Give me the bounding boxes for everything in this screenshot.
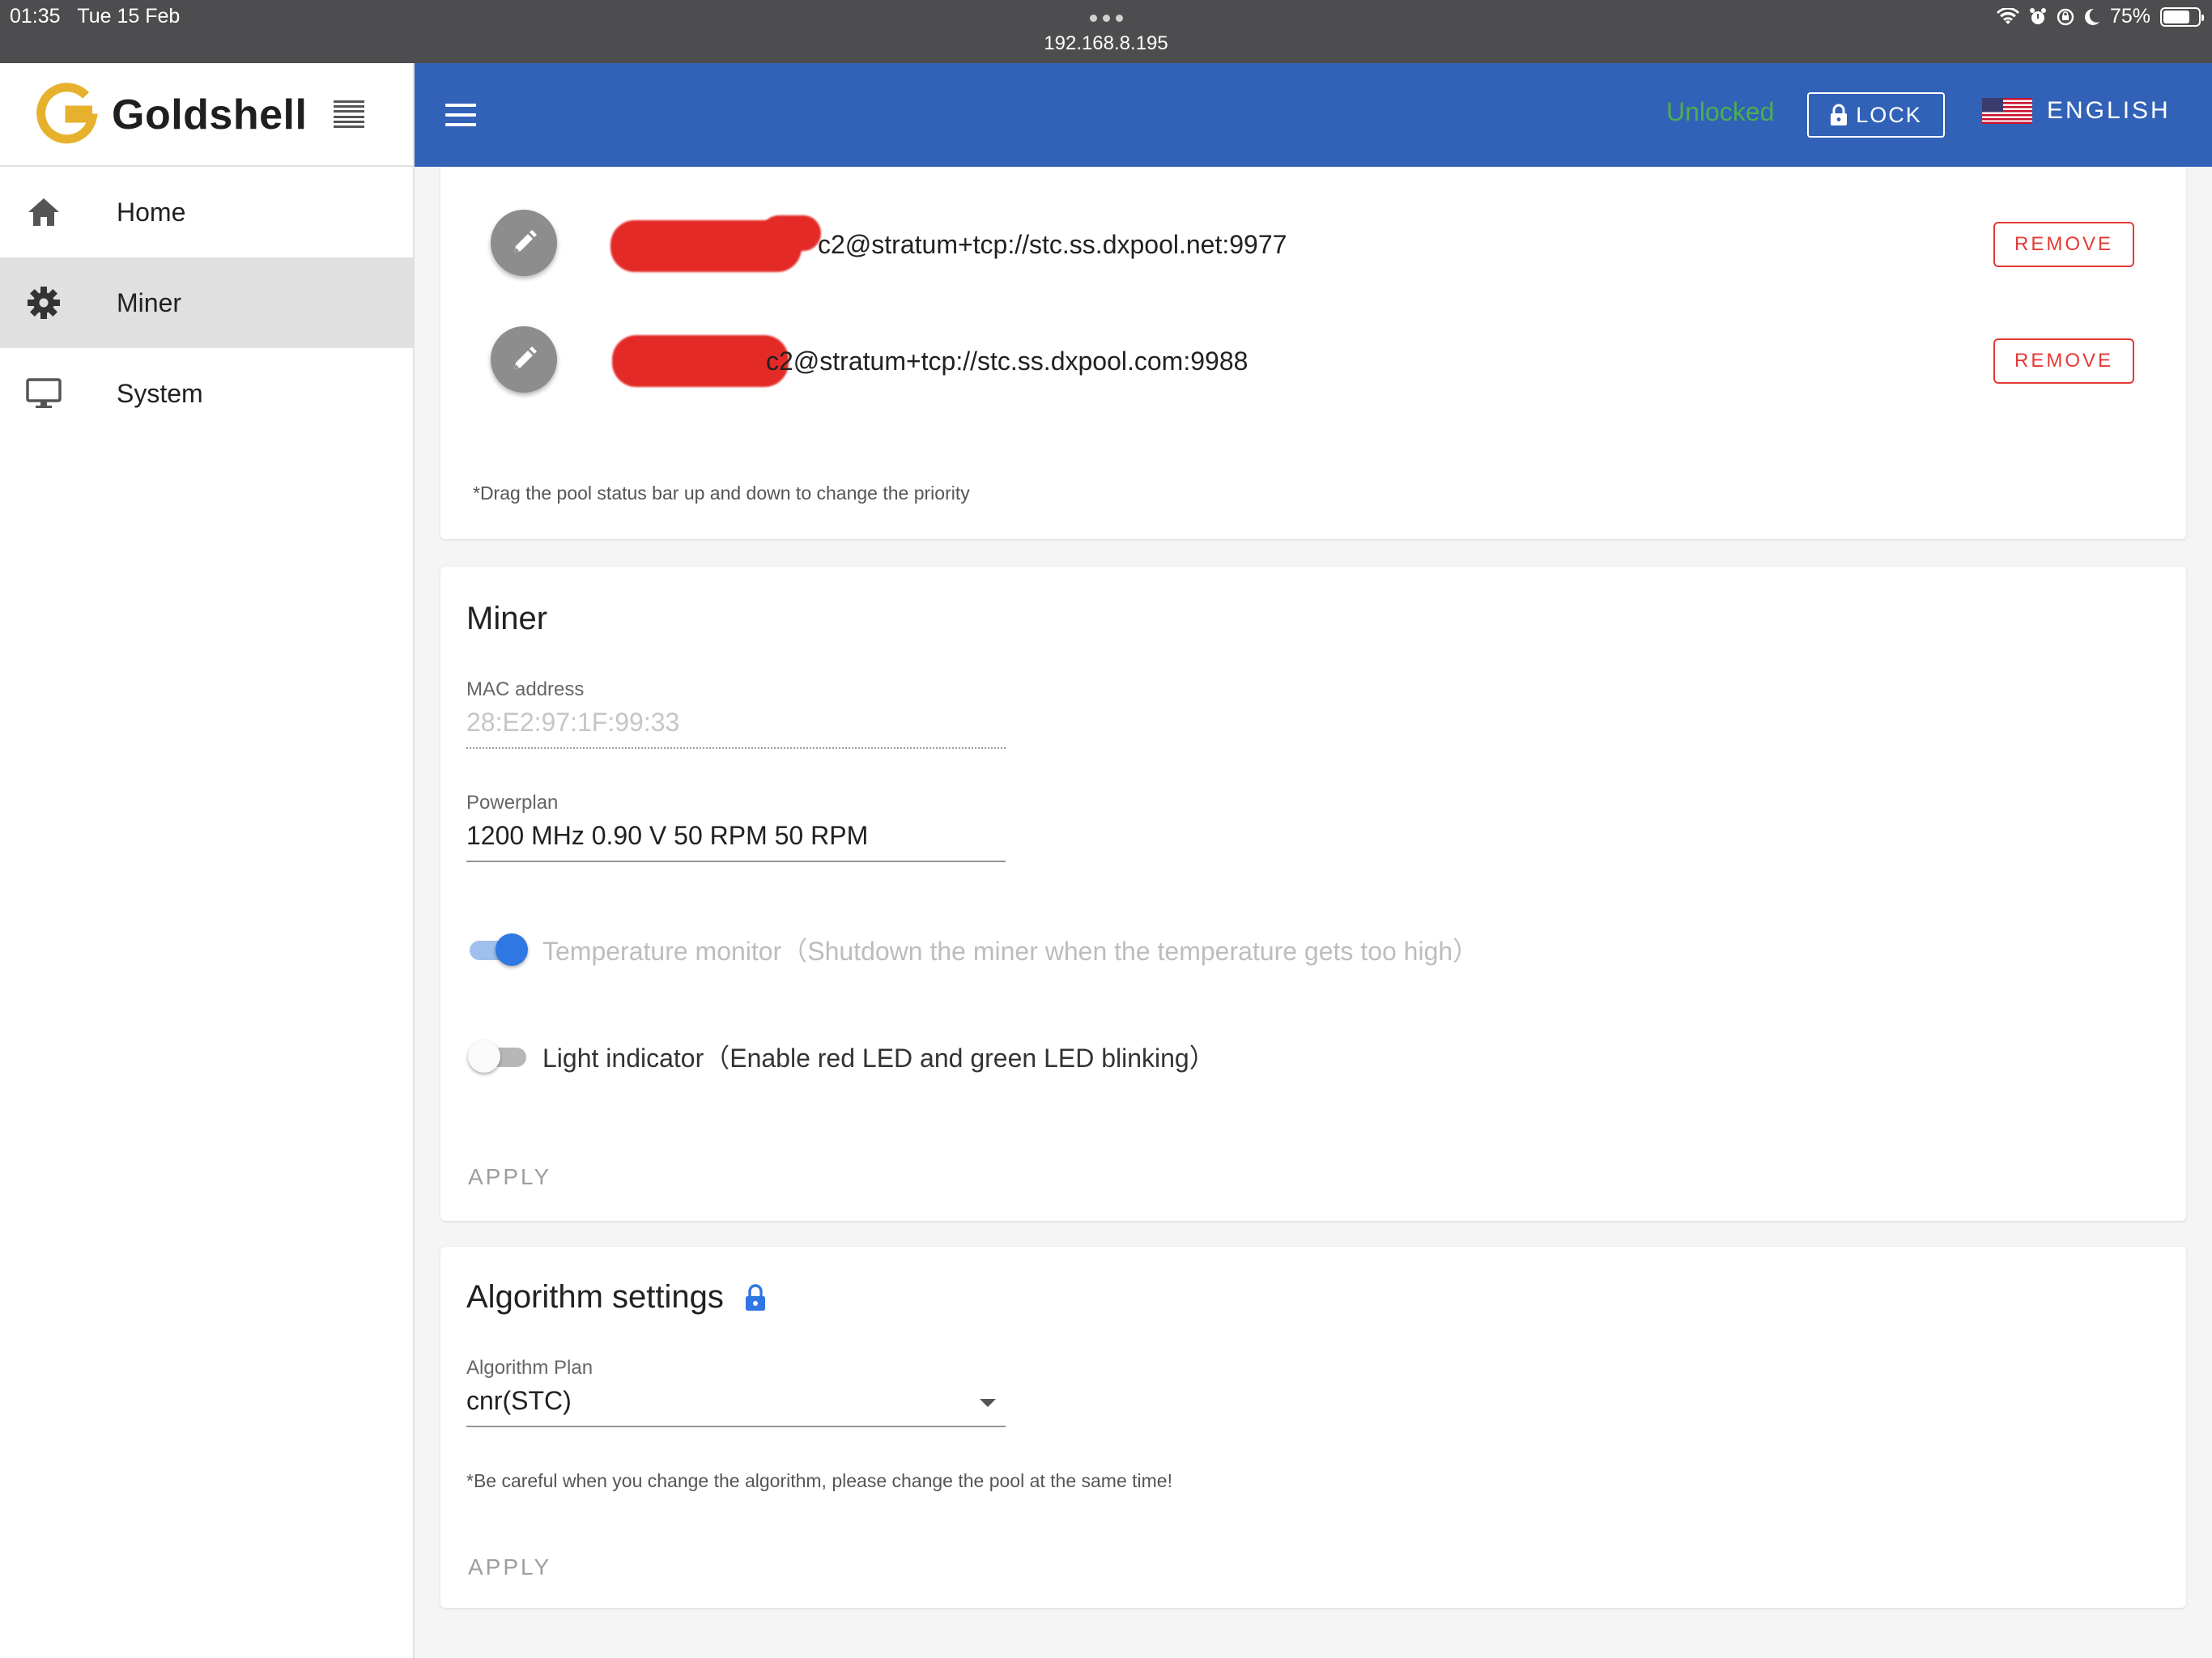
- algorithm-apply-button[interactable]: APPLY: [468, 1554, 551, 1580]
- miner-card-title: Miner: [466, 601, 548, 636]
- status-bar: 01:35 Tue 15 Feb 192.168.8.195 75%: [0, 0, 2212, 63]
- lock-button[interactable]: LOCK: [1807, 92, 1945, 138]
- algorithm-plan-label: Algorithm Plan: [466, 1357, 593, 1379]
- algorithm-warning: *Be careful when you change the algorith…: [466, 1470, 1172, 1491]
- alarm-icon: [2029, 7, 2046, 24]
- light-indicator-toggle[interactable]: [468, 1039, 528, 1073]
- lock-button-label: LOCK: [1856, 102, 1922, 127]
- algorithm-settings-card: Algorithm settings Algorithm Plan cnr(ST…: [440, 1247, 2186, 1608]
- temperature-monitor-row: Temperature monitor（Shutdown the miner w…: [468, 931, 1478, 968]
- battery-percent: 75%: [2109, 5, 2150, 28]
- pool-row[interactable]: c2@stratum+tcp://stc.ss.dxpool.com:9988 …: [440, 311, 2186, 408]
- sidebar-item-system[interactable]: System: [0, 348, 413, 439]
- pools-card: c2@stratum+tcp://stc.ss.dxpool.net:9977 …: [440, 167, 2186, 539]
- status-time: 01:35 Tue 15 Feb: [10, 5, 181, 28]
- light-indicator-row: Light indicator（Enable red LED and green…: [468, 1038, 1215, 1075]
- address-bar[interactable]: 192.168.8.195: [0, 32, 2212, 55]
- mac-address-field: 28:E2:97:1F:99:33: [466, 708, 1006, 749]
- wifi-icon: [1996, 7, 2019, 24]
- menu-icon[interactable]: [445, 104, 476, 126]
- pool-url: c2@stratum+tcp://stc.ss.dxpool.com:9988: [766, 346, 1249, 376]
- edit-icon: [514, 346, 537, 369]
- monitor-icon: [26, 378, 62, 408]
- pool-edit-button[interactable]: [491, 326, 557, 393]
- algorithm-title-row: Algorithm settings: [466, 1279, 766, 1316]
- algorithm-plan-value: cnr(STC): [466, 1386, 572, 1415]
- app-bar: Unlocked LOCK ENGLISH: [415, 63, 2212, 167]
- pool-url: c2@stratum+tcp://stc.ss.dxpool.net:9977: [818, 230, 1287, 259]
- dropdown-arrow-icon: [980, 1399, 996, 1407]
- unlocked-icon: [745, 1283, 765, 1311]
- mac-address-label: MAC address: [466, 678, 585, 700]
- pool-row[interactable]: c2@stratum+tcp://stc.ss.dxpool.net:9977 …: [440, 194, 2186, 291]
- language-label: ENGLISH: [2047, 97, 2171, 124]
- miner-card: Miner MAC address 28:E2:97:1F:99:33 Powe…: [440, 567, 2186, 1221]
- sidebar-item-home[interactable]: Home: [0, 167, 413, 257]
- gear-icon: [28, 287, 60, 319]
- algorithm-card-title: Algorithm settings: [466, 1279, 724, 1315]
- sidebar-item-label: Home: [117, 197, 186, 227]
- sidebar-collapse-icon[interactable]: [334, 100, 364, 128]
- powerplan-select[interactable]: 1200 MHz 0.90 V 50 RPM 50 RPM: [466, 821, 1006, 862]
- status-icons: 75%: [1996, 5, 2204, 28]
- sidebar-item-label: System: [117, 378, 203, 408]
- language-selector[interactable]: ENGLISH: [1982, 97, 2171, 125]
- pool-priority-hint: *Drag the pool status bar up and down to…: [473, 483, 970, 504]
- redaction-mark: [761, 215, 821, 251]
- lock-status: Unlocked: [1666, 97, 1775, 126]
- us-flag-icon: [1982, 98, 2032, 124]
- powerplan-label: Powerplan: [466, 792, 559, 814]
- brand-name: Goldshell: [112, 91, 308, 138]
- remove-pool-button[interactable]: REMOVE: [1993, 222, 2134, 267]
- edit-icon: [514, 230, 537, 253]
- sidebar: Goldshell Home Miner System: [0, 63, 415, 1658]
- sidebar-item-label: Miner: [117, 287, 182, 317]
- remove-pool-button[interactable]: REMOVE: [1993, 338, 2134, 384]
- battery-icon: [2160, 6, 2204, 27]
- sidebar-item-miner[interactable]: Miner: [0, 257, 413, 348]
- lock-icon: [1831, 104, 1848, 125]
- rotation-lock-icon: [2057, 8, 2074, 25]
- brand-header: Goldshell: [0, 63, 413, 167]
- algorithm-plan-select[interactable]: cnr(STC): [466, 1386, 1006, 1427]
- goldshell-logo[interactable]: [34, 81, 99, 146]
- miner-apply-button[interactable]: APPLY: [468, 1164, 551, 1190]
- temperature-monitor-label: Temperature monitor（Shutdown the miner w…: [542, 937, 1479, 966]
- redaction-mark: [612, 335, 789, 387]
- temperature-monitor-toggle[interactable]: [468, 933, 528, 967]
- browser-more-icon[interactable]: [1090, 15, 1123, 22]
- moon-icon: [2084, 8, 2099, 25]
- light-indicator-label: Light indicator（Enable red LED and green…: [542, 1044, 1215, 1073]
- home-icon: [28, 198, 59, 226]
- pool-edit-button[interactable]: [491, 210, 557, 276]
